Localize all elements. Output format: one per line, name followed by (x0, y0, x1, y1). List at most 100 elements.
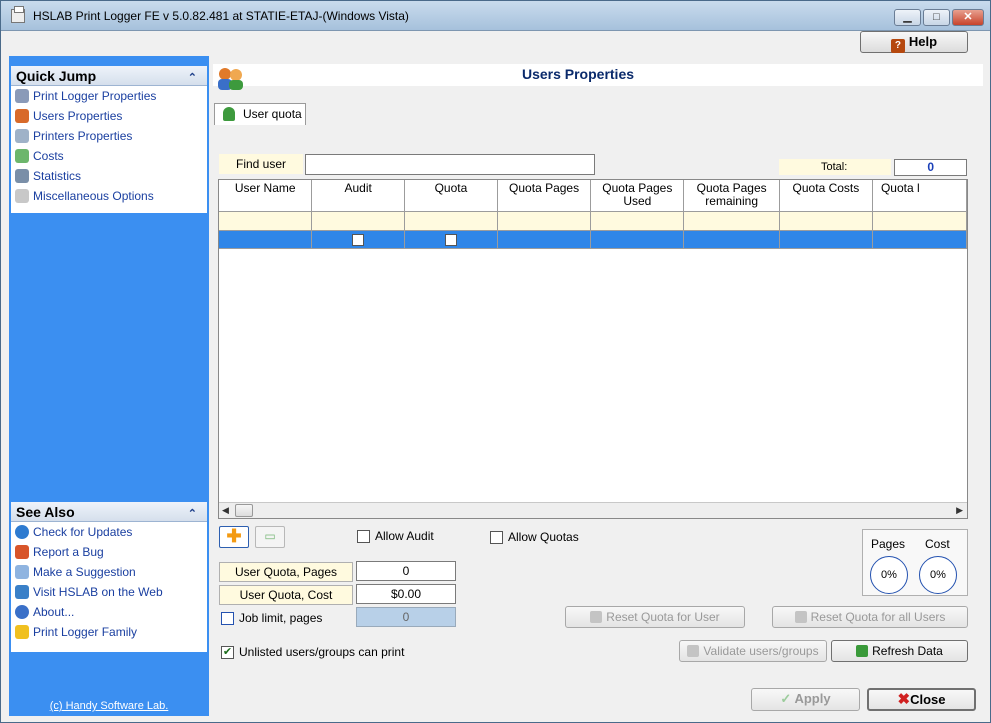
reset-icon (794, 611, 807, 623)
column-header[interactable]: User Name (219, 180, 313, 212)
collapse-icon[interactable]: ⌃ (188, 504, 197, 524)
title-bar[interactable]: HSLAB Print Logger FE v 5.0.82.481 at ST… (1, 1, 990, 31)
statistics-icon (15, 169, 29, 183)
refresh-data-button[interactable]: Refresh Data (831, 640, 968, 662)
column-header[interactable]: Quota Pages Used (590, 180, 685, 212)
job-limit-field[interactable]: 0 (356, 607, 456, 627)
scroll-thumb[interactable] (235, 504, 253, 517)
warning-icon (15, 625, 29, 639)
column-header[interactable]: Quota Pages remaining (683, 180, 780, 212)
pages-label: Pages (871, 537, 906, 551)
table-row[interactable] (219, 230, 967, 249)
see-also-panel: See Also ⌃ Check for Updates Report a Bu… (11, 502, 207, 652)
checkbox-box[interactable] (357, 530, 370, 543)
maximize-button[interactable]: □ (923, 9, 950, 26)
sidebar-item-report-a-bug[interactable]: Report a Bug (11, 542, 207, 562)
mail-icon (15, 565, 29, 579)
column-header[interactable]: Audit (311, 180, 405, 212)
column-header[interactable]: Quota (404, 180, 498, 212)
bug-icon (15, 545, 29, 559)
sidebar-item-about[interactable]: About... (11, 602, 207, 622)
sidebar-item-print-logger-properties[interactable]: Print Logger Properties (11, 86, 207, 106)
column-header[interactable]: Quota Costs (779, 180, 873, 212)
window-title: HSLAB Print Logger FE v 5.0.82.481 at ST… (33, 9, 409, 23)
help-icon: ? (890, 39, 905, 53)
sidebar-item-statistics[interactable]: Statistics (11, 166, 207, 186)
cost-usage-gauge: 0% (919, 556, 957, 594)
quota-checkbox[interactable] (444, 233, 457, 246)
web-icon (15, 585, 29, 599)
pages-usage-gauge: 0% (870, 556, 908, 594)
horizontal-scrollbar[interactable]: ◀ ▶ (219, 502, 967, 518)
copyright-link[interactable]: (c) Handy Software Lab. (9, 700, 209, 712)
close-button[interactable]: ✖Close (867, 688, 976, 711)
apply-button[interactable]: ✓ Apply (751, 688, 860, 711)
sidebar-item-users-properties[interactable]: Users Properties (11, 106, 207, 126)
globe-icon (15, 525, 29, 539)
sidebar: Quick Jump ⌃ Print Logger Properties Use… (9, 56, 209, 716)
quick-jump-panel: Quick Jump ⌃ Print Logger Properties Use… (11, 66, 207, 213)
help-button[interactable]: ? Help (860, 31, 968, 53)
main-window: HSLAB Print Logger FE v 5.0.82.481 at ST… (0, 0, 991, 723)
tab-user-quota[interactable]: User quota (214, 103, 306, 125)
sidebar-item-costs[interactable]: Costs (11, 146, 207, 166)
allow-audit-checkbox[interactable]: Allow Audit (357, 529, 434, 545)
validate-users-button[interactable]: Validate users/groups (679, 640, 827, 662)
close-window-button[interactable]: ✕ (952, 9, 984, 26)
user-quota-pages-field[interactable]: 0 (356, 561, 456, 581)
see-also-header[interactable]: See Also ⌃ (11, 502, 207, 522)
user-quota-cost-label: User Quota, Cost (219, 585, 353, 605)
refresh-icon (856, 645, 869, 657)
close-icon: ✖ (897, 691, 911, 708)
user-icon (223, 107, 235, 121)
printer-icon (11, 6, 25, 23)
users-grid[interactable]: User Name Audit Quota Quota Pages Quota … (218, 179, 968, 519)
sidebar-item-check-for-updates[interactable]: Check for Updates (11, 522, 207, 542)
info-icon (15, 605, 29, 619)
reset-quota-user-button[interactable]: Reset Quota for User (565, 606, 745, 628)
remove-user-button[interactable]: ▭ (255, 526, 285, 548)
main-content: Users Properties User quota Find user To… (209, 56, 983, 716)
sidebar-item-make-a-suggestion[interactable]: Make a Suggestion (11, 562, 207, 582)
document-icon (15, 189, 29, 203)
total-label: Total: (779, 159, 891, 175)
column-header[interactable]: Quota Pages (497, 180, 592, 212)
users-icon (687, 645, 700, 657)
money-icon (15, 149, 29, 163)
checkbox-checked[interactable]: ✔ (221, 646, 234, 659)
find-user-input[interactable] (305, 154, 595, 175)
minimize-button[interactable]: ▁ (894, 9, 921, 26)
scroll-left-icon[interactable]: ◀ (222, 505, 229, 516)
checkbox-box[interactable] (490, 531, 503, 544)
find-user-label: Find user (219, 154, 303, 174)
filter-row[interactable] (219, 211, 967, 231)
page-title: Users Properties (521, 66, 635, 82)
printer-icon (15, 129, 29, 143)
job-limit-checkbox[interactable]: Job limit, pages (221, 611, 322, 627)
checkbox-box[interactable] (221, 612, 234, 625)
sidebar-item-miscellaneous-options[interactable]: Miscellaneous Options (11, 186, 207, 206)
user-quota-pages-label: User Quota, Pages (219, 562, 353, 582)
users-icon (15, 109, 29, 123)
checkmark-icon: ✓ (780, 691, 795, 706)
reset-quota-all-button[interactable]: Reset Quota for all Users (772, 606, 968, 628)
sidebar-item-visit-hslab[interactable]: Visit HSLAB on the Web (11, 582, 207, 602)
collapse-icon[interactable]: ⌃ (188, 68, 197, 88)
column-header[interactable]: Quota l (872, 180, 967, 212)
content-header: Users Properties (213, 64, 983, 90)
unlisted-users-checkbox[interactable]: ✔ Unlisted users/groups can print (221, 645, 404, 661)
sidebar-item-print-logger-family[interactable]: Print Logger Family (11, 622, 207, 642)
grid-header-row: User Name Audit Quota Quota Pages Quota … (219, 180, 967, 212)
total-value: 0 (894, 159, 967, 176)
cost-label: Cost (925, 537, 950, 551)
add-user-button[interactable]: ✚ (219, 526, 249, 548)
reset-icon (590, 611, 603, 623)
tools-icon (15, 89, 29, 103)
audit-checkbox[interactable] (352, 233, 365, 246)
quick-jump-header[interactable]: Quick Jump ⌃ (11, 66, 207, 86)
user-quota-cost-field[interactable]: $0.00 (356, 584, 456, 604)
allow-quotas-checkbox[interactable]: Allow Quotas (490, 530, 579, 546)
scroll-right-icon[interactable]: ▶ (956, 505, 963, 516)
sidebar-item-printers-properties[interactable]: Printers Properties (11, 126, 207, 146)
quota-usage-box: Pages Cost 0% 0% (862, 529, 968, 596)
